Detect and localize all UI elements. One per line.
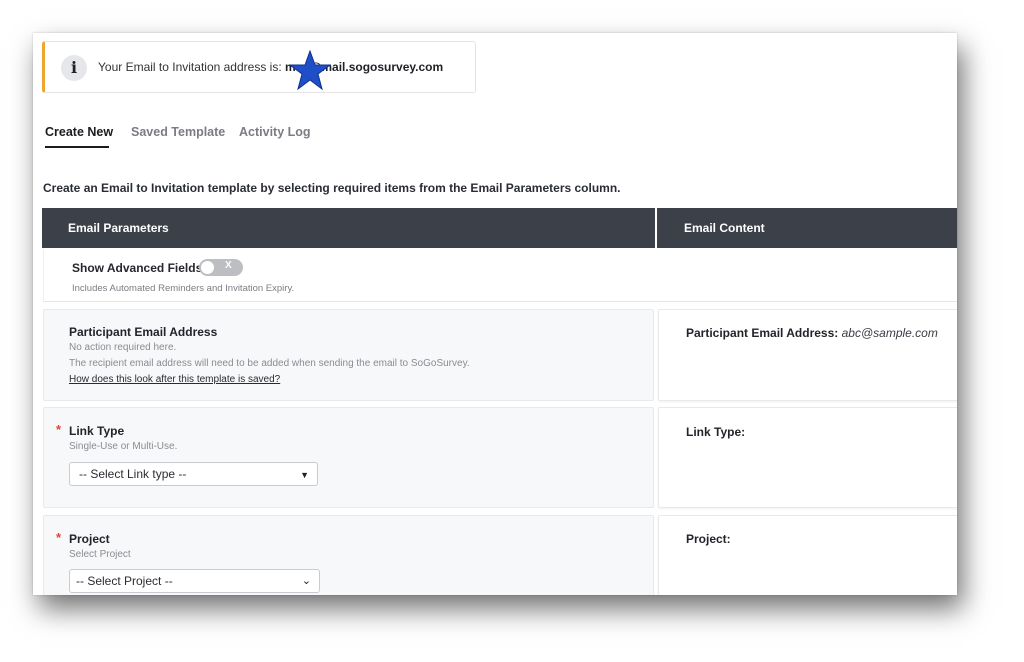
preview-help-link[interactable]: How does this look after this template i… bbox=[69, 374, 280, 385]
email-content-header: Email Content bbox=[657, 208, 957, 248]
tab-saved-template[interactable]: Saved Template bbox=[131, 125, 225, 139]
project-title: Project bbox=[69, 532, 110, 546]
chevron-down-icon: ⌄ bbox=[301, 575, 311, 587]
participant-email-sample: abc@sample.com bbox=[841, 326, 938, 340]
participant-email-content: Participant Email Address: abc@sample.co… bbox=[686, 326, 938, 340]
star-icon bbox=[289, 50, 331, 90]
toggle-off-icon: X bbox=[225, 260, 232, 271]
project-select-value: -- Select Project -- bbox=[76, 574, 173, 588]
project-content-label: Project: bbox=[686, 532, 731, 546]
project-select[interactable]: -- Select Project -- ⌄ bbox=[69, 569, 320, 593]
toggle-knob bbox=[201, 261, 214, 274]
link-type-title: Link Type bbox=[69, 424, 125, 438]
participant-email-description: The recipient email address will need to… bbox=[69, 358, 470, 369]
advanced-fields-toggle[interactable]: X bbox=[199, 259, 243, 276]
project-param-card: * Project Select Project -- Select Proje… bbox=[43, 515, 654, 595]
participant-email-note: No action required here. bbox=[69, 342, 177, 353]
info-icon: i bbox=[61, 55, 87, 81]
required-asterisk-icon: * bbox=[56, 422, 62, 437]
participant-email-content-card: Participant Email Address: abc@sample.co… bbox=[658, 309, 957, 401]
email-parameters-header: Email Parameters bbox=[42, 208, 655, 248]
link-type-content-card: Link Type: bbox=[658, 407, 957, 508]
required-asterisk-icon: * bbox=[56, 530, 62, 545]
tab-activity-log[interactable]: Activity Log bbox=[239, 125, 311, 139]
info-banner: i Your Email to Invitation address is: m… bbox=[42, 41, 476, 93]
invitation-address-text: Your Email to Invitation address is: m @m… bbox=[98, 60, 443, 74]
advanced-fields-panel: Show Advanced Fields X Includes Automate… bbox=[43, 249, 957, 302]
project-content-card: Project: bbox=[658, 515, 957, 595]
link-type-subtext: Single-Use or Multi-Use. bbox=[69, 441, 178, 452]
link-type-param-card: * Link Type Single-Use or Multi-Use. -- … bbox=[43, 407, 654, 508]
advanced-fields-subtext: Includes Automated Reminders and Invitat… bbox=[72, 283, 295, 294]
caret-down-icon: ▼ bbox=[300, 470, 309, 480]
page-frame: i Your Email to Invitation address is: m… bbox=[33, 33, 957, 595]
invitation-address-label: Your Email to Invitation address is: bbox=[98, 60, 285, 74]
participant-email-param-card: Participant Email Address No action requ… bbox=[43, 309, 654, 401]
link-type-content-label: Link Type: bbox=[686, 425, 746, 439]
link-type-select[interactable]: -- Select Link type -- ▼ bbox=[69, 462, 318, 486]
participant-email-content-label: Participant Email Address: bbox=[686, 326, 839, 340]
instructions-text: Create an Email to Invitation template b… bbox=[43, 181, 621, 195]
project-subtext: Select Project bbox=[69, 549, 131, 560]
link-type-select-value: -- Select Link type -- bbox=[79, 467, 187, 481]
tab-create-new[interactable]: Create New bbox=[45, 125, 113, 139]
active-tab-indicator bbox=[45, 146, 109, 148]
participant-email-title: Participant Email Address bbox=[69, 325, 218, 339]
advanced-fields-label: Show Advanced Fields bbox=[72, 261, 203, 275]
